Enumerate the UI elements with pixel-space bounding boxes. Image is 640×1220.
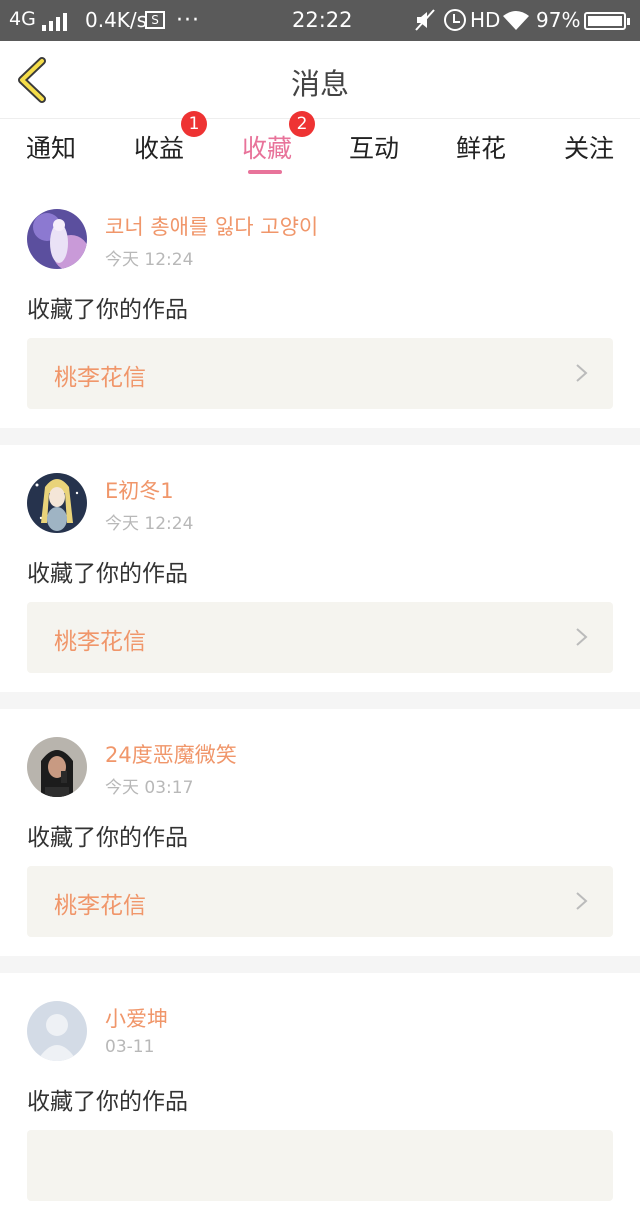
avatar-image (27, 209, 87, 269)
page-title: 消息 (290, 67, 349, 101)
username[interactable]: 코너 총애를 잃다 고양이 (105, 211, 318, 241)
alarm-icon (444, 9, 466, 31)
tab-following[interactable]: 关注 (564, 129, 614, 165)
status-bar: 4G 0.4K/s S ··· 22:22 HD 97% (0, 0, 640, 41)
chevron-right-icon (576, 628, 588, 646)
wifi-icon (503, 11, 529, 30)
work-link[interactable]: 桃李花信 (27, 602, 613, 673)
battery-icon (584, 12, 630, 30)
avatar-image (27, 473, 87, 533)
more-dots-icon: ··· (176, 8, 200, 33)
tab-earnings[interactable]: 收益 (134, 129, 184, 165)
action-text: 收藏了你的作品 (27, 297, 188, 323)
network-speed: 0.4K/s (85, 8, 148, 32)
default-avatar-icon (27, 1001, 87, 1061)
avatar-image (27, 737, 87, 797)
avatar[interactable] (27, 737, 87, 797)
chevron-right-icon (576, 892, 588, 910)
work-title: 桃李花信 (54, 629, 146, 655)
action-text: 收藏了你的作品 (27, 825, 188, 851)
timestamp: 今天 12:24 (105, 514, 194, 534)
mute-icon (415, 9, 435, 31)
battery-percent: 97% (536, 8, 581, 32)
work-link[interactable]: 桃李花信 (27, 866, 613, 937)
message-card: 小爱坤 03-11 收藏了你的作品 (0, 973, 640, 1220)
work-link[interactable] (27, 1130, 613, 1201)
work-title: 桃李花信 (54, 365, 146, 391)
work-link[interactable]: 桃李花信 (27, 338, 613, 409)
header: 消息 (0, 41, 640, 119)
action-text: 收藏了你的作品 (27, 1089, 188, 1115)
signal-icon (42, 11, 72, 31)
network-type: 4G (9, 8, 36, 30)
message-card: E初冬1 今天 12:24 收藏了你的作品 桃李花信 (0, 445, 640, 692)
message-card: 코너 총애를 잃다 고양이 今天 12:24 收藏了你的作品 桃李花信 (0, 181, 640, 428)
tab-favorites[interactable]: 收藏 (242, 129, 292, 165)
favorites-badge: 2 (289, 111, 315, 137)
avatar[interactable] (27, 1001, 87, 1061)
hd-indicator: HD (470, 8, 501, 32)
tab-flowers[interactable]: 鲜花 (456, 129, 506, 165)
tab-notifications[interactable]: 通知 (26, 129, 76, 165)
timestamp: 03-11 (105, 1037, 155, 1057)
chevron-right-icon (576, 364, 588, 382)
message-card: 24度恶魔微笑 今天 03:17 收藏了你的作品 桃李花信 (0, 709, 640, 956)
tab-interactions[interactable]: 互动 (349, 129, 399, 165)
action-text: 收藏了你的作品 (27, 561, 188, 587)
work-title: 桃李花信 (54, 893, 146, 919)
username[interactable]: 小爱坤 (105, 1003, 168, 1033)
divider (0, 428, 640, 445)
divider (0, 692, 640, 709)
clock-time: 22:22 (292, 8, 353, 32)
avatar[interactable] (27, 473, 87, 533)
divider (0, 956, 640, 973)
username[interactable]: 24度恶魔微笑 (105, 739, 237, 769)
timestamp: 今天 12:24 (105, 250, 194, 270)
earnings-badge: 1 (181, 111, 207, 137)
username[interactable]: E初冬1 (105, 475, 174, 505)
active-tab-indicator (248, 170, 282, 174)
timestamp: 今天 03:17 (105, 778, 194, 798)
avatar[interactable] (27, 209, 87, 269)
sim-icon: S (145, 11, 165, 29)
tab-bar: 通知 收益 1 收藏 2 互动 鲜花 关注 (0, 111, 640, 181)
